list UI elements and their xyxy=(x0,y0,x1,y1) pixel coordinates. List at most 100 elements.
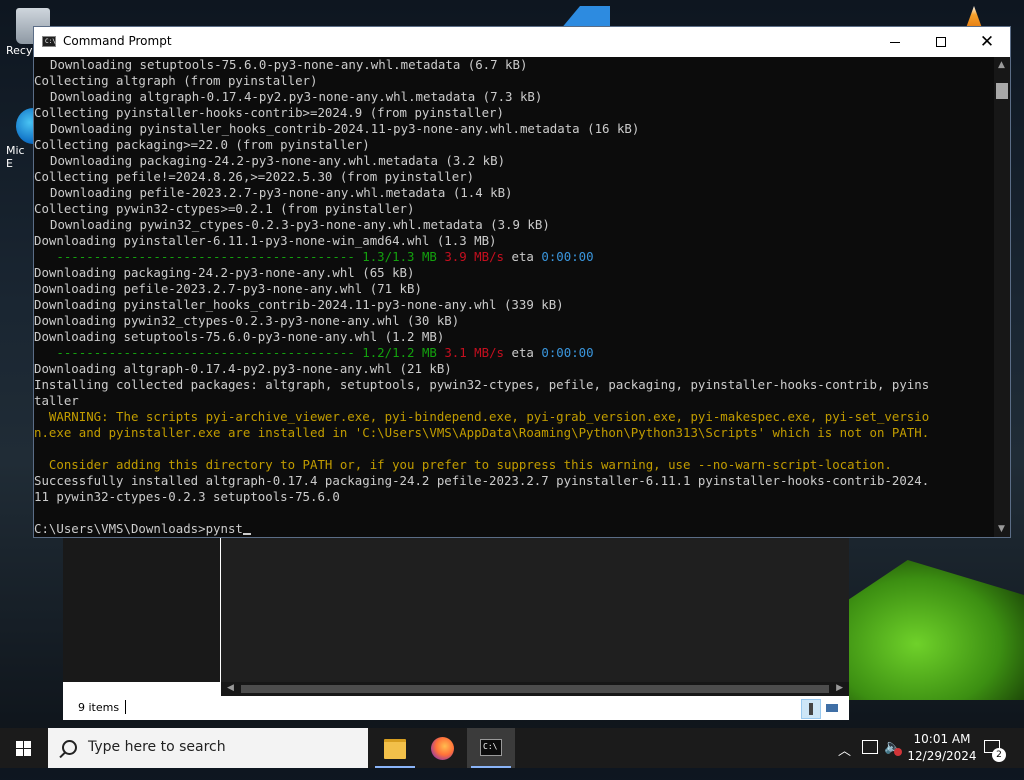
terminal-text: Downloading pyinstaller_hooks_contrib-20… xyxy=(34,297,564,312)
large-icons-view-icon xyxy=(826,704,838,712)
minimize-button[interactable] xyxy=(872,27,918,57)
terminal-text: taller xyxy=(34,393,79,408)
taskbar-file-explorer[interactable] xyxy=(371,728,419,768)
scroll-left-icon[interactable]: ◀ xyxy=(227,683,234,693)
clock-time: 10:01 AM xyxy=(913,732,971,746)
terminal-line: Downloading pywin32_ctypes-0.2.3-py3-non… xyxy=(34,217,994,233)
download-size: 1.2/1.2 MB xyxy=(362,345,437,360)
download-size: 1.3/1.3 MB xyxy=(362,249,437,264)
notification-count-badge: 2 xyxy=(992,748,1006,762)
terminal-text: Downloading pefile-2023.2.7-py3-none-any… xyxy=(50,185,513,200)
terminal-line: Collecting pyinstaller-hooks-contrib>=20… xyxy=(34,105,994,121)
terminal-line: Downloading altgraph-0.17.4-py2.py3-none… xyxy=(34,361,994,377)
scroll-down-icon[interactable]: ▼ xyxy=(998,524,1005,534)
terminal-line: Downloading packaging-24.2-py3-none-any.… xyxy=(34,153,994,169)
eta-label: eta xyxy=(511,345,534,360)
network-icon[interactable] xyxy=(862,740,878,754)
command-prompt-icon: C:\ xyxy=(480,739,502,756)
terminal-line: Downloading altgraph-0.17.4-py2.py3-none… xyxy=(34,89,994,105)
progress-bar: ---------------------------------------- xyxy=(56,249,355,264)
file-explorer-window[interactable]: ◀ ▶ 9 items xyxy=(63,537,849,720)
terminal-line: ----------------------------------------… xyxy=(34,249,994,265)
volume-muted-badge xyxy=(894,748,902,756)
terminal-text: Downloading pyinstaller-6.11.1-py3-none-… xyxy=(34,233,497,248)
terminal-line: Collecting packaging>=22.0 (from pyinsta… xyxy=(34,137,994,153)
item-count: 9 items xyxy=(78,701,120,714)
terminal-text: 11 pywin32-ctypes-0.2.3 setuptools-75.6.… xyxy=(34,489,340,504)
terminal-line: taller xyxy=(34,393,994,409)
terminal-line: 11 pywin32-ctypes-0.2.3 setuptools-75.6.… xyxy=(34,489,994,505)
terminal-text: Downloading packaging-24.2-py3-none-any.… xyxy=(34,265,415,280)
clock-date: 12/29/2024 xyxy=(907,749,977,763)
terminal-line: WARNING: The scripts pyi-archive_viewer.… xyxy=(34,409,994,425)
terminal-text: n.exe and pyinstaller.exe are installed … xyxy=(34,425,930,440)
window-title: Command Prompt xyxy=(63,34,172,48)
taskbar-search-box[interactable]: Type here to search xyxy=(48,728,368,768)
progress-bar: ---------------------------------------- xyxy=(56,345,355,360)
terminal-text: Collecting pyinstaller-hooks-contrib>=20… xyxy=(34,105,504,120)
start-button[interactable] xyxy=(0,728,48,768)
search-placeholder: Type here to search xyxy=(88,739,226,755)
vertical-scrollbar[interactable]: ▲ ▼ xyxy=(994,57,1010,537)
terminal-text: Downloading altgraph-0.17.4-py2.py3-none… xyxy=(50,89,543,104)
system-clock[interactable]: 10:01 AM 12/29/2024 xyxy=(904,731,980,765)
terminal-text: Installing collected packages: altgraph,… xyxy=(34,377,930,392)
download-speed: 3.1 MB/s xyxy=(444,345,505,360)
scroll-up-icon[interactable]: ▲ xyxy=(998,60,1005,70)
show-hidden-icons-chevron-icon[interactable]: ︿ xyxy=(838,740,851,780)
terminal-text: Successfully installed altgraph-0.17.4 p… xyxy=(34,473,930,488)
large-icons-view-button[interactable] xyxy=(823,699,841,717)
terminal-line: Collecting pefile!=2024.8.26,>=2022.5.30… xyxy=(34,169,994,185)
terminal-line: Downloading pyinstaller_hooks_contrib-20… xyxy=(34,297,994,313)
terminal-line: n.exe and pyinstaller.exe are installed … xyxy=(34,425,994,441)
terminal-text: Downloading packaging-24.2-py3-none-any.… xyxy=(50,153,506,168)
terminal-text: Downloading pywin32_ctypes-0.2.3-py3-non… xyxy=(34,313,460,328)
minimize-icon xyxy=(890,42,900,43)
command-line[interactable]: C:\Users\VMS\Downloads>pynst xyxy=(34,521,994,537)
terminal-line: Downloading pefile-2023.2.7-py3-none-any… xyxy=(34,185,994,201)
details-view-button[interactable] xyxy=(801,699,821,719)
terminal-text: Consider adding this directory to PATH o… xyxy=(34,457,892,472)
taskbar-command-prompt[interactable]: C:\ xyxy=(467,728,515,768)
taskbar-firefox[interactable] xyxy=(419,728,467,768)
terminal-line: Collecting pywin32-ctypes>=0.2.1 (from p… xyxy=(34,201,994,217)
terminal-output[interactable]: Downloading setuptools-75.6.0-py3-none-a… xyxy=(34,57,994,537)
terminal-line: Downloading setuptools-75.6.0-py3-none-a… xyxy=(34,329,994,345)
file-list-pane[interactable] xyxy=(221,537,849,682)
terminal-line: Downloading packaging-24.2-py3-none-any.… xyxy=(34,265,994,281)
status-bar: 9 items xyxy=(63,696,849,720)
scroll-right-icon[interactable]: ▶ xyxy=(836,683,843,693)
terminal-text: Downloading altgraph-0.17.4-py2.py3-none… xyxy=(34,361,452,376)
details-view-icon xyxy=(809,703,813,715)
terminal-text: Downloading pywin32_ctypes-0.2.3-py3-non… xyxy=(50,217,550,232)
status-divider xyxy=(125,700,126,714)
command-input: pynst xyxy=(205,521,243,536)
command-prompt-icon: C:\ xyxy=(42,36,56,47)
terminal-line: Consider adding this directory to PATH o… xyxy=(34,457,994,473)
text-cursor xyxy=(242,533,251,535)
terminal-line: Downloading pyinstaller_hooks_contrib-20… xyxy=(34,121,994,137)
close-button[interactable]: ✕ xyxy=(964,27,1010,57)
title-bar[interactable]: C:\ Command Prompt ✕ xyxy=(34,27,1010,57)
maximize-button[interactable] xyxy=(918,27,964,57)
terminal-text: Downloading pyinstaller_hooks_contrib-20… xyxy=(50,121,640,136)
terminal-line: Downloading setuptools-75.6.0-py3-none-a… xyxy=(34,57,994,73)
volume-icon[interactable]: 🔈 xyxy=(884,739,901,779)
terminal-line: Collecting altgraph (from pyinstaller) xyxy=(34,73,994,89)
terminal-text: Collecting packaging>=22.0 (from pyinsta… xyxy=(34,137,370,152)
file-explorer-icon xyxy=(384,739,406,759)
scrollbar-thumb[interactable] xyxy=(996,83,1008,99)
wallpaper-tent xyxy=(845,560,1024,700)
terminal-text: WARNING: The scripts pyi-archive_viewer.… xyxy=(34,409,930,424)
command-prompt-window[interactable]: C:\ Command Prompt ✕ Downloading setupto… xyxy=(33,26,1011,538)
vlc-desktop-icon[interactable] xyxy=(966,6,982,28)
navigation-pane[interactable] xyxy=(63,537,220,682)
horizontal-scrollbar[interactable]: ◀ ▶ xyxy=(221,682,849,696)
scrollbar-thumb[interactable] xyxy=(241,685,829,693)
terminal-line: Downloading pywin32_ctypes-0.2.3-py3-non… xyxy=(34,313,994,329)
terminal-line: Successfully installed altgraph-0.17.4 p… xyxy=(34,473,994,489)
prompt-path: C:\Users\VMS\Downloads> xyxy=(34,521,206,536)
download-speed: 3.9 MB/s xyxy=(444,249,505,264)
